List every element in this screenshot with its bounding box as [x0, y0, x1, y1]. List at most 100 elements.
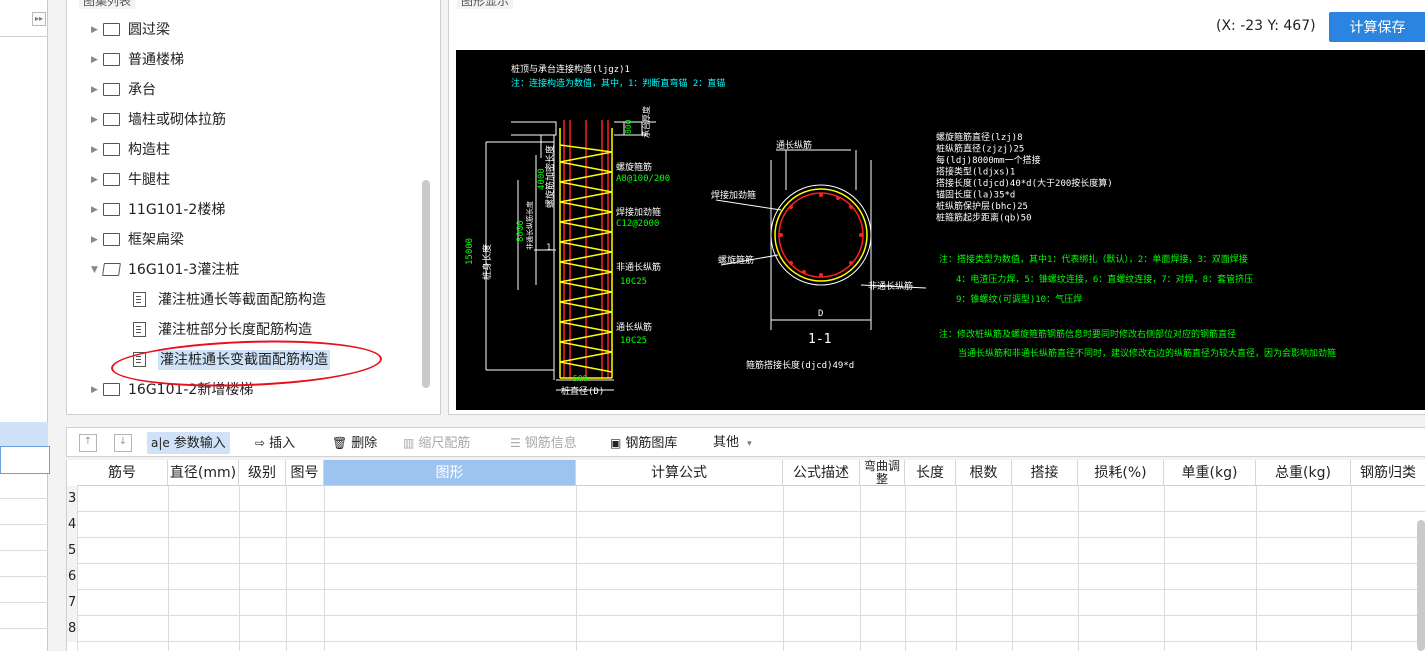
left-panel-cell[interactable] — [0, 576, 48, 603]
collapse-icon[interactable]: ▸▸ — [32, 12, 46, 26]
column-divider — [905, 486, 906, 651]
left-panel-cell[interactable] — [0, 602, 48, 629]
tree-folder-item[interactable]: ▶ 承台 — [91, 77, 156, 103]
tree-scrollbar[interactable] — [422, 180, 430, 388]
tree-folder-item[interactable]: ▶ 框架扁梁 — [91, 227, 184, 253]
tree-item-label: 16G101-3灌注桩 — [128, 262, 240, 278]
long-rebar-spec: 10C25 — [620, 336, 647, 346]
column-header[interactable]: 总重(kg) — [1256, 460, 1351, 486]
column-divider — [1078, 486, 1079, 651]
folder-icon — [103, 382, 120, 396]
column-header[interactable]: 弯曲调整 — [860, 460, 905, 486]
caret-right-icon[interactable]: ▶ — [91, 47, 103, 73]
folder-icon — [103, 82, 120, 96]
move-down-button[interactable]: ↓ — [114, 434, 132, 452]
caret-right-icon[interactable]: ▶ — [91, 227, 103, 253]
left-panel-header: ▸▸ — [0, 0, 48, 37]
tree-folder-item[interactable]: ▶ 普通楼梯 — [91, 47, 184, 73]
caret-right-icon[interactable]: ▶ — [91, 167, 103, 193]
column-header[interactable]: 直径(mm) — [168, 460, 239, 486]
column-header[interactable]: 根数 — [956, 460, 1012, 486]
param-input-label: 参数输入 — [173, 436, 226, 451]
tree-folder-item[interactable]: ▶ 墙柱或砌体拉筋 — [91, 107, 226, 133]
param-line: 桩箍筋起步距离(qb)50 — [936, 212, 1032, 224]
tree-folder-item[interactable]: ▼ 16G101-3灌注桩 — [91, 257, 239, 283]
caret-right-icon[interactable]: ▶ — [91, 107, 103, 133]
tree-item-label: 构造柱 — [128, 142, 170, 158]
tree-folder-item[interactable]: ▶ 圆过梁 — [91, 17, 170, 43]
column-header[interactable]: 钢筋归类 — [1351, 460, 1425, 486]
column-header[interactable]: 筋号 — [77, 460, 168, 486]
modify-note-line: 注：修改桩纵筋及螺旋箍筋钢筋信息时要同时修改右侧部位对应的钢筋直径 — [939, 328, 1236, 340]
column-header[interactable]: 长度 — [905, 460, 956, 486]
folder-icon — [103, 232, 120, 246]
trash-icon: 🗑 — [332, 436, 348, 450]
param-line: 锚固长度(la)35*d — [936, 189, 1015, 201]
cad-drawing: 桩顶与承台连接构造(ljgz)1 注：连接构造为数值，其中，1：判断直弯锚 2：… — [465, 63, 1336, 397]
folder-icon — [103, 172, 120, 186]
tree-item-label: 灌注桩部分长度配筋构造 — [158, 322, 312, 338]
column-header[interactable]: 计算公式 — [576, 460, 783, 486]
other-menu-button[interactable]: 其他 ▾ — [713, 432, 752, 454]
left-panel-cell[interactable] — [0, 498, 48, 525]
row-number: 3 — [67, 486, 77, 512]
table-row[interactable]: 4 — [67, 512, 1425, 538]
column-header[interactable]: 损耗(%) — [1078, 460, 1164, 486]
column-header[interactable]: 图号 — [286, 460, 324, 486]
rebar-info-button[interactable]: ☰ 钢筋信息 — [510, 432, 577, 454]
scale-rebar-label: 缩尺配筋 — [418, 436, 471, 451]
column-divider — [239, 486, 240, 651]
caret-right-icon[interactable]: ▶ — [91, 77, 103, 103]
rebar-library-button[interactable]: ▣ 钢筋图库 — [610, 432, 677, 454]
table-row[interactable]: 5 — [67, 538, 1425, 564]
left-panel-cell[interactable] — [0, 446, 50, 474]
rebar-library-icon: ▣ — [610, 436, 622, 450]
table-row[interactable]: 7 — [67, 590, 1425, 616]
row-number: 5 — [67, 538, 77, 564]
stiffener-spec: C12@2000 — [616, 219, 659, 229]
coordinate-readout: (X: -23 Y: 467) — [1216, 18, 1316, 34]
caret-right-icon[interactable]: ▶ — [91, 17, 103, 43]
table-row[interactable]: 8 — [67, 616, 1425, 642]
column-header[interactable]: 图形 — [324, 460, 576, 486]
tree-doc-item[interactable]: 灌注桩通长等截面配筋构造 — [133, 287, 326, 313]
tree-folder-item[interactable]: ▶ 11G101-2楼梯 — [91, 197, 225, 223]
insert-icon: ⇨ — [255, 436, 266, 450]
table-scrollbar[interactable] — [1417, 520, 1425, 651]
row-number: 7 — [67, 590, 77, 616]
column-header[interactable]: 公式描述 — [783, 460, 860, 486]
table-row[interactable]: 3 — [67, 486, 1425, 512]
calculate-save-button[interactable]: 计算保存 — [1329, 12, 1425, 42]
drawing-title: 桩顶与承台连接构造(ljgz)1 — [511, 63, 630, 75]
caret-right-icon[interactable]: ▶ — [91, 197, 103, 223]
left-panel-cell[interactable] — [0, 524, 48, 551]
caret-right-icon[interactable]: ▶ — [91, 137, 103, 163]
caret-down-icon[interactable]: ▼ — [91, 257, 103, 283]
move-up-button[interactable]: ↑ — [79, 434, 97, 452]
section-dim-d: D — [818, 309, 823, 319]
scale-rebar-button[interactable]: ▥ 缩尺配筋 — [403, 432, 470, 454]
tree-folder-item[interactable]: ▶ 构造柱 — [91, 137, 170, 163]
insert-button[interactable]: ⇨ 插入 — [255, 432, 295, 454]
column-header[interactable]: 单重(kg) — [1164, 460, 1256, 486]
param-input-button[interactable]: a|e 参数输入 — [147, 432, 230, 454]
cad-drawing-canvas[interactable]: 桩顶与承台连接构造(ljgz)1 注：连接构造为数值，其中，1：判断直弯锚 2：… — [456, 50, 1425, 410]
tree-doc-item[interactable]: 灌注桩部分长度配筋构造 — [133, 317, 312, 343]
table-row[interactable]: 6 — [67, 564, 1425, 590]
chevron-down-icon: ▾ — [747, 439, 752, 449]
column-header[interactable]: 级别 — [239, 460, 286, 486]
column-divider — [1164, 486, 1165, 651]
tree-folder-item[interactable]: ▶ 牛腿柱 — [91, 167, 170, 193]
left-panel-cell[interactable] — [0, 472, 48, 499]
tree-item-label: 圆过梁 — [128, 22, 170, 38]
param-line: 桩纵筋直径(zjzj)25 — [936, 143, 1024, 155]
left-panel-cell[interactable] — [0, 550, 48, 577]
caret-right-icon[interactable]: ▶ — [91, 377, 103, 403]
tree-item-label: 牛腿柱 — [128, 172, 170, 188]
column-header[interactable]: 搭接 — [1012, 460, 1078, 486]
column-divider — [576, 486, 577, 651]
column-divider — [956, 486, 957, 651]
delete-button[interactable]: 🗑 删除 — [332, 432, 377, 454]
long-rebar-label: 通长纵筋 — [616, 321, 652, 333]
tree-item-label: 灌注桩通长等截面配筋构造 — [158, 292, 326, 308]
